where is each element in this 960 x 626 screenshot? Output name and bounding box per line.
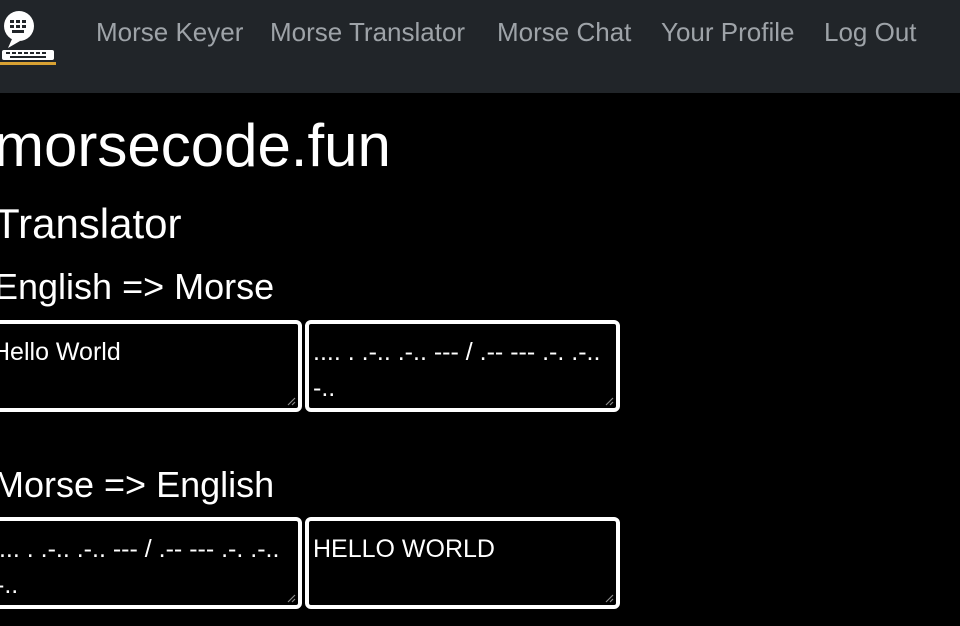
nav-link-log-out[interactable]: Log Out	[824, 16, 917, 48]
navbar: Morse Keyer Morse Translator Morse Chat …	[0, 0, 960, 93]
nav-link-morse-keyer[interactable]: Morse Keyer	[96, 16, 243, 48]
site-title: morsecode.fun	[0, 112, 391, 179]
english-output-box: HELLO WORLD	[305, 517, 620, 609]
morse-output[interactable]: .... . .-.. .-.. --- / .-- --- .-. .-.. …	[309, 324, 616, 408]
morse-to-english-heading: Morse => English	[0, 464, 275, 505]
chat-keyboard-logo-icon[interactable]	[0, 6, 58, 70]
english-input[interactable]: Hello World	[0, 324, 298, 408]
nav-link-morse-chat[interactable]: Morse Chat	[497, 16, 631, 48]
english-to-morse-heading: English => Morse	[0, 266, 275, 307]
morse-input[interactable]: .... . .-.. .-.. --- / .-- --- .-. .-.. …	[0, 521, 298, 605]
english-output[interactable]: HELLO WORLD	[309, 521, 616, 605]
nav-link-morse-translator[interactable]: Morse Translator	[270, 16, 465, 48]
morse-input-box: .... . .-.. .-.. --- / .-- --- .-. .-.. …	[0, 517, 302, 609]
page-title: Translator	[0, 200, 182, 247]
morse-output-box: .... . .-.. .-.. --- / .-- --- .-. .-.. …	[305, 320, 620, 412]
nav-link-your-profile[interactable]: Your Profile	[661, 16, 794, 48]
english-input-box: Hello World	[0, 320, 302, 412]
